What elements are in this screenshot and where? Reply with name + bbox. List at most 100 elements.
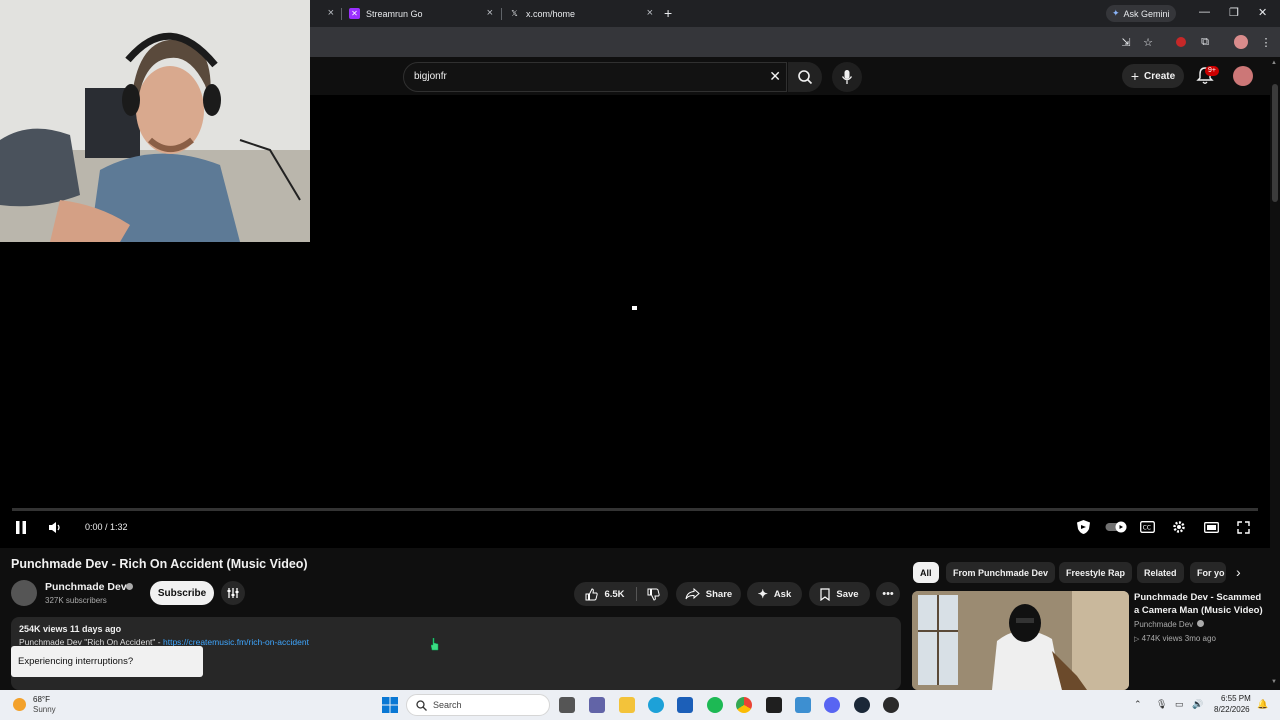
autoplay-toggle[interactable]	[1105, 519, 1127, 535]
channel-name[interactable]: Punchmade Dev	[45, 581, 127, 593]
verified-check-icon	[126, 583, 133, 590]
chevron-right-icon[interactable]: ›	[1236, 564, 1241, 580]
volume-button[interactable]	[45, 519, 65, 535]
microphone-icon	[841, 70, 853, 84]
bookmark-icon	[820, 587, 831, 601]
theater-mode-button[interactable]	[1201, 519, 1221, 535]
extension-red-icon[interactable]	[1176, 37, 1186, 47]
tab-partial[interactable]: ×	[310, 0, 340, 27]
tab-title: Streamrun Go	[366, 8, 423, 19]
notification-bell-icon[interactable]: 🔔	[1257, 699, 1268, 710]
svg-text:CC: CC	[1142, 524, 1150, 531]
profile-avatar[interactable]	[1234, 35, 1248, 49]
sponsor-shield-button[interactable]	[1073, 519, 1093, 535]
microsoft-store-icon[interactable]	[677, 697, 693, 713]
chip-all[interactable]: All	[913, 562, 939, 583]
search-input[interactable]: bigjonfr	[414, 71, 447, 82]
related-video-title[interactable]: Punchmade Dev - Scammed a Camera Man (Mu…	[1134, 591, 1264, 617]
equalizer-button[interactable]	[221, 581, 245, 605]
subscribe-button[interactable]: Subscribe	[150, 581, 214, 605]
close-tab-icon[interactable]: ×	[328, 8, 334, 19]
app-blue-icon[interactable]	[795, 697, 811, 713]
streamer-webcam-image	[0, 0, 310, 242]
gemini-sparkle-icon: ✦	[1112, 8, 1120, 18]
fullscreen-button[interactable]	[1233, 519, 1253, 535]
chip-for-you[interactable]: For yo	[1190, 562, 1226, 583]
scrollbar-thumb[interactable]	[1272, 84, 1278, 202]
search-box[interactable]: bigjonfr ✕	[403, 62, 787, 92]
windows-start-icon[interactable]	[382, 697, 398, 713]
search-icon	[416, 700, 427, 711]
chip-freestyle-rap[interactable]: Freestyle Rap	[1059, 562, 1133, 583]
menu-kebab-icon[interactable]: ⋮	[1259, 35, 1273, 49]
more-actions-button[interactable]: •••	[876, 582, 900, 606]
more-horizontal-icon: •••	[882, 588, 894, 600]
account-avatar[interactable]	[1233, 66, 1253, 86]
tray-overflow-chevron-icon[interactable]: ⌃	[1134, 699, 1142, 710]
taskbar-search[interactable]: Search	[406, 694, 550, 716]
discord-icon[interactable]	[824, 697, 840, 713]
share-label: Share	[705, 588, 733, 600]
voice-search-button[interactable]	[832, 62, 862, 92]
edge-icon[interactable]	[648, 697, 664, 713]
chip-from-channel[interactable]: From Punchmade Dev	[946, 562, 1056, 583]
teams-icon[interactable]	[589, 697, 605, 713]
close-window-icon[interactable]: ✕	[1258, 6, 1267, 19]
interruptions-toast[interactable]: Experiencing interruptions?	[11, 646, 203, 677]
clock-time[interactable]: 6:55 PM	[1221, 694, 1251, 703]
file-explorer-icon[interactable]	[619, 697, 635, 713]
progress-bar[interactable]	[12, 508, 1258, 511]
chrome-icon[interactable]	[736, 697, 752, 713]
weather-temperature[interactable]: 68°F	[33, 695, 50, 704]
clock-date[interactable]: 8/22/2026	[1214, 705, 1250, 714]
ask-button[interactable]: ✦ Ask	[747, 582, 802, 606]
time-display: 0:00 / 1:32	[85, 522, 128, 532]
task-view-icon[interactable]	[559, 697, 575, 713]
network-icon[interactable]: ▭	[1175, 699, 1184, 710]
settings-button[interactable]	[1169, 519, 1189, 535]
related-video-thumbnail[interactable]	[912, 591, 1129, 690]
save-label: Save	[836, 588, 859, 600]
steam-icon[interactable]	[854, 697, 870, 713]
spotify-icon[interactable]	[707, 697, 723, 713]
dislike-button[interactable]	[642, 582, 664, 606]
captions-icon: CC	[1139, 521, 1155, 533]
search-button[interactable]	[788, 62, 822, 92]
scroll-down-arrow-icon[interactable]: ▼	[1271, 679, 1277, 685]
thumbnail-image	[912, 591, 1129, 690]
create-button[interactable]: + Create	[1122, 64, 1184, 88]
play-small-icon: ▷	[1134, 636, 1140, 643]
share-button[interactable]: Share	[676, 582, 741, 606]
clear-search-icon[interactable]: ✕	[769, 68, 781, 85]
new-tab-icon[interactable]: +	[664, 5, 672, 21]
scroll-up-arrow-icon[interactable]: ▲	[1271, 60, 1277, 66]
bookmark-star-icon[interactable]: ☆	[1141, 35, 1155, 49]
captions-button[interactable]: CC	[1137, 519, 1157, 535]
tab-streamrun[interactable]: ✕ Streamrun Go ×	[349, 0, 499, 27]
pause-button[interactable]	[11, 519, 31, 535]
search-icon	[798, 70, 813, 85]
weather-sun-icon[interactable]	[13, 698, 26, 711]
microphone-icon[interactable]: 🎙	[1156, 699, 1167, 710]
obs-icon[interactable]	[883, 697, 899, 713]
weather-condition[interactable]: Sunny	[33, 705, 56, 714]
close-tab-icon[interactable]: ×	[487, 8, 493, 19]
close-tab-icon[interactable]: ×	[647, 8, 653, 19]
like-button[interactable]: 6.5K	[574, 582, 636, 606]
restore-icon[interactable]: ❐	[1229, 6, 1239, 19]
ask-gemini-button[interactable]: ✦ Ask Gemini	[1106, 5, 1176, 22]
gear-icon	[1173, 521, 1185, 533]
autoplay-toggle-icon	[1105, 521, 1127, 533]
chip-related[interactable]: Related	[1137, 562, 1184, 583]
install-app-icon[interactable]: ⇲	[1119, 35, 1133, 49]
tab-separator	[501, 8, 502, 20]
like-dislike-group: 6.5K	[574, 582, 668, 606]
volume-icon[interactable]: 🔊	[1192, 699, 1203, 710]
app-lightning-icon[interactable]	[766, 697, 782, 713]
save-button[interactable]: Save	[809, 582, 870, 606]
shield-icon	[1076, 520, 1090, 534]
channel-avatar[interactable]	[11, 580, 37, 606]
minimize-icon[interactable]: —	[1199, 6, 1210, 18]
extensions-puzzle-icon[interactable]: ⧉	[1198, 35, 1212, 49]
tab-x-home[interactable]: 𝕏 x.com/home ×	[509, 0, 659, 27]
